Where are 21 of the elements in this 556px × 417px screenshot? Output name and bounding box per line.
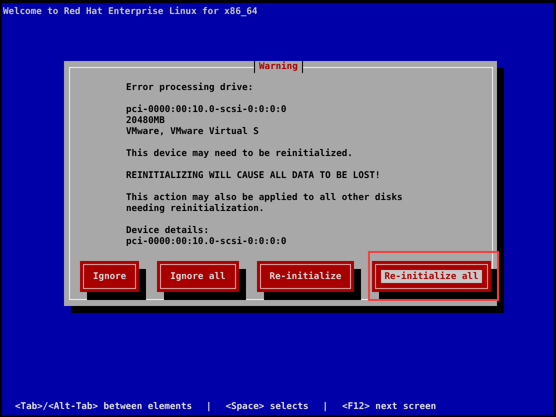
status-hint: <Space> selects: [226, 401, 309, 413]
window-title: Welcome to Red Hat Enterprise Linux for x86_64: [2, 5, 258, 18]
dialog-button[interactable]: Re-initialize: [256, 261, 354, 292]
message-line: Error processing drive:: [126, 82, 254, 93]
status-hint: |: [206, 401, 212, 413]
message-line: REINITIALIZING WILL CAUSE ALL DATA TO BE LOST!: [126, 170, 382, 181]
message-line: 20480MB: [126, 115, 166, 126]
message-line: VMware, VMware Virtual S: [126, 126, 260, 137]
dialog-button[interactable]: Re-initialize all: [372, 261, 490, 292]
dialog-button[interactable]: Ignore all: [157, 261, 239, 292]
message-line: pci-0000:00:10.0-scsi-0:0:0:0: [126, 236, 288, 247]
message-line: pci-0000:00:10.0-scsi-0:0:0:0: [126, 104, 288, 115]
status-hint: <Tab>/<Alt-Tab> between elements: [15, 401, 192, 413]
message-line: needing reinitialization.: [126, 203, 266, 214]
dialog-title: Warning: [254, 61, 303, 73]
status-hint: |: [322, 401, 328, 413]
message-line: This action may also be applied to all other disks: [126, 192, 404, 203]
message-line: Device details:: [126, 225, 210, 236]
dialog-button[interactable]: Ignore: [80, 261, 140, 292]
message-line: This device may need to be reinitialized.: [126, 148, 354, 159]
status-hint: <F12> next screen: [342, 401, 436, 413]
